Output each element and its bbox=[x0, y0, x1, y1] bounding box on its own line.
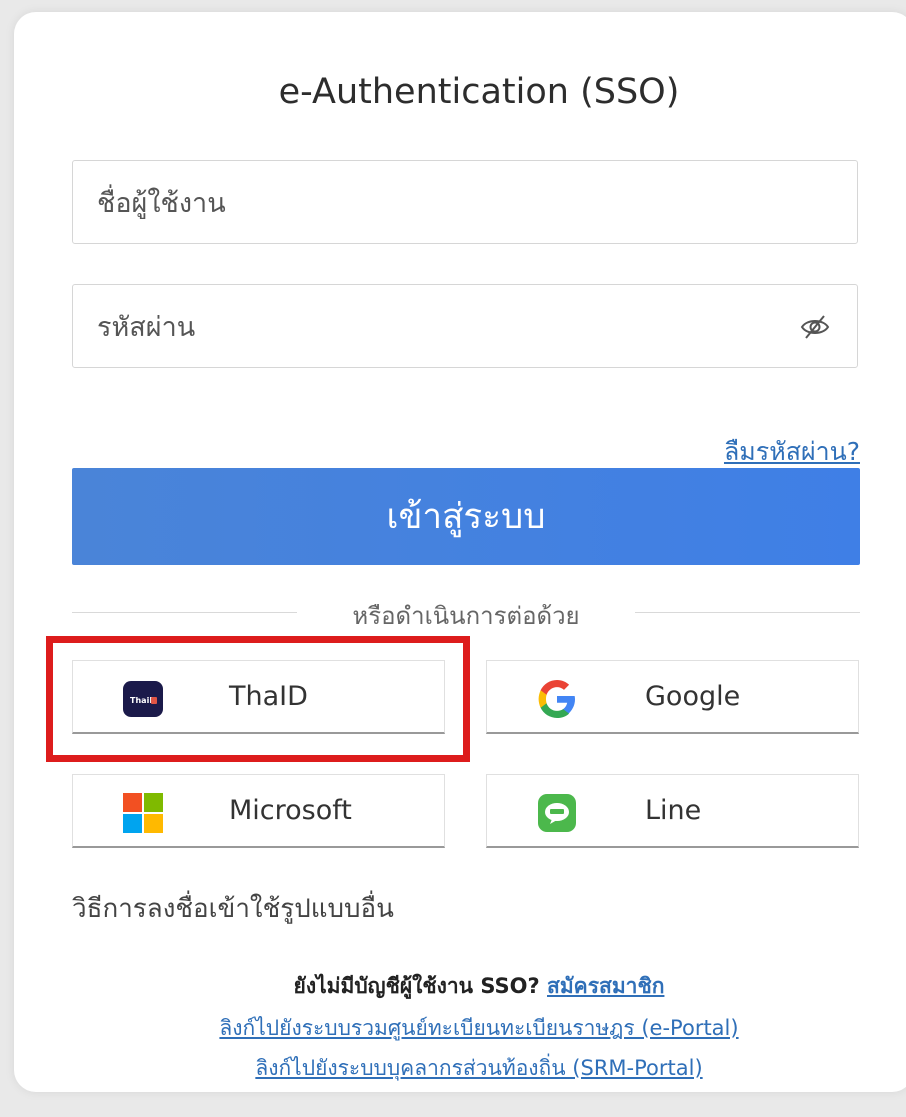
register-question: ยังไม่มีบัญชีผู้ใช้งาน SSO? bbox=[293, 974, 540, 998]
google-icon bbox=[535, 677, 579, 721]
e-portal-link[interactable]: ลิงก์ไปยังระบบรวมศูนย์ทะเบียนทะเบียนราษฎ… bbox=[14, 1012, 906, 1045]
password-field[interactable] bbox=[72, 284, 858, 369]
srm-portal-link[interactable]: ลิงก์ไปยังระบบบุคลากรส่วนท้องถิ่น (SRM-P… bbox=[14, 1052, 906, 1085]
divider: หรือดำเนินการต่อด้วย bbox=[72, 594, 860, 630]
forgot-password-link[interactable]: ลืมรหัสผ่าน? bbox=[724, 432, 860, 472]
password-input[interactable] bbox=[95, 285, 779, 369]
line-label: Line bbox=[645, 795, 702, 826]
username-field[interactable] bbox=[72, 160, 858, 245]
username-input[interactable] bbox=[95, 161, 779, 245]
register-line: ยังไม่มีบัญชีผู้ใช้งาน SSO? สมัครสมาชิก bbox=[14, 970, 906, 1003]
microsoft-login-button[interactable]: Microsoft bbox=[72, 774, 445, 848]
page-title: e-Authentication (SSO) bbox=[278, 72, 680, 112]
login-card: e-Authentication (SSO) ลืมรหัสผ่าน? เข้า… bbox=[14, 12, 906, 1092]
microsoft-label: Microsoft bbox=[229, 795, 352, 826]
google-login-button[interactable]: Google bbox=[486, 660, 859, 734]
register-link[interactable]: สมัครสมาชิก bbox=[547, 974, 664, 998]
divider-text: หรือดำเนินการต่อด้วย bbox=[352, 602, 580, 630]
line-login-button[interactable]: Line bbox=[486, 774, 859, 848]
microsoft-icon bbox=[121, 791, 165, 835]
login-button[interactable]: เข้าสู่ระบบ bbox=[72, 468, 860, 565]
highlight-box bbox=[46, 636, 470, 762]
line-icon bbox=[535, 791, 579, 835]
eye-slash-icon[interactable] bbox=[799, 311, 831, 343]
google-label: Google bbox=[645, 681, 741, 712]
other-methods-link[interactable]: วิธีการลงชื่อเข้าใช้รูปแบบอื่น bbox=[72, 888, 394, 929]
